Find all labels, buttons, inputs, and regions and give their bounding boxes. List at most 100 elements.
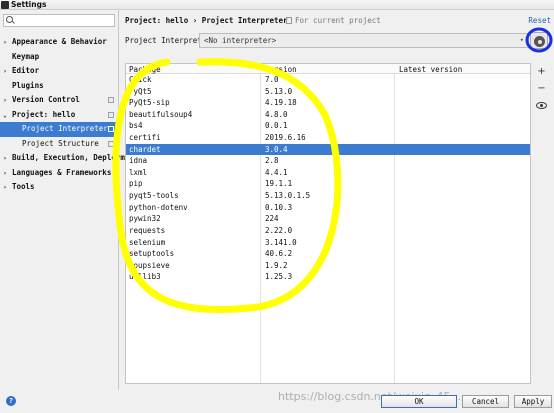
chevron-right-icon: › [3, 38, 7, 46]
cell-version: 1.25.3 [265, 272, 293, 282]
cell-package: pyqt5-tools [129, 191, 179, 201]
cell-package: Click [129, 75, 152, 84]
cell-package: selenium [129, 237, 166, 247]
table-row[interactable]: PyQt5 5.13.0 [126, 86, 530, 98]
reset-link[interactable]: Reset [528, 16, 551, 25]
sidebar-item-tools[interactable]: › Tools [0, 180, 119, 195]
sidebar-item-editor[interactable]: › Editor [0, 64, 119, 79]
sidebar-item-project-interpreter[interactable]: Project Interpreter [0, 122, 119, 137]
table-row[interactable]: certifi 2019.6.16 [126, 132, 530, 144]
table-row[interactable]: PyQt5-sip 4.19.18 [126, 97, 530, 109]
table-row[interactable]: pyqt5-tools 5.13.0.1.5 [126, 190, 530, 202]
table-row[interactable]: bs4 0.0.1 [126, 120, 530, 132]
sidebar-item-label: Appearance & Behavior [12, 37, 107, 46]
interpreter-settings-button[interactable] [530, 32, 548, 49]
sidebar-item-version-control[interactable]: › Version Control [0, 93, 119, 108]
chevron-right-icon: › [3, 96, 7, 104]
sidebar-item-label: Tools [12, 182, 35, 191]
package-toolbar: + − [533, 63, 550, 114]
folder-doc-icon [286, 17, 292, 24]
chevron-right-icon: › [3, 183, 7, 191]
settings-search-input[interactable] [3, 14, 115, 27]
search-icon [6, 16, 13, 23]
sidebar-item-label: Keymap [12, 51, 40, 61]
table-row[interactable]: urllib3 1.25.3 [126, 271, 530, 283]
table-row[interactable]: lxml 4.4.1 [126, 167, 530, 179]
column-header-version[interactable]: Version [265, 65, 297, 74]
cell-version: 5.13.0.1.5 [265, 191, 311, 201]
sidebar-item-label: Project Interpreter [22, 124, 108, 133]
table-row[interactable]: Click 7.0 [126, 74, 530, 86]
cell-version: 0.0.1 [265, 121, 288, 131]
interpreter-select[interactable]: <No interpreter> ▾ [199, 33, 529, 48]
cell-version: 4.19.18 [265, 98, 297, 108]
table-row[interactable]: pywin32 224 [126, 213, 530, 225]
cancel-button[interactable]: Cancel [462, 395, 509, 408]
gear-icon [534, 36, 545, 47]
sidebar-item-label: Editor [12, 66, 40, 75]
interpreter-value: <No interpreter> [204, 36, 277, 45]
help-icon[interactable]: ? [6, 396, 16, 406]
column-header-latest-version[interactable]: Latest version [399, 65, 462, 74]
sidebar-item-label: Version Control [12, 95, 80, 104]
table-header: Package Version Latest version [126, 64, 530, 74]
table-row[interactable]: python-dotenv 0.10.3 [126, 202, 530, 214]
cell-package: beautifulsoup4 [129, 109, 193, 119]
sidebar-item-languages[interactable]: › Languages & Frameworks [0, 166, 119, 181]
table-row[interactable]: requests 2.22.0 [126, 225, 530, 237]
packages-table: Package Version Latest version Click 7.0 P… [125, 63, 531, 384]
table-row[interactable]: pip 19.1.1 [126, 178, 530, 190]
sidebar-item-label: Project: hello [12, 109, 76, 119]
column-header-package[interactable]: Package [129, 65, 161, 74]
settings-content: Project: hello › Project Interpreter For… [120, 10, 554, 390]
cell-version: 2.8 [265, 156, 279, 166]
cell-package: pip [129, 179, 143, 189]
cell-version: 5.13.0 [265, 86, 293, 96]
remove-icon: − [537, 83, 546, 94]
sidebar-item-appearance[interactable]: › Appearance & Behavior [0, 35, 119, 50]
cell-version: 2.22.0 [265, 225, 293, 235]
table-row[interactable]: chardet 3.0.4 [126, 143, 530, 156]
copy-icon [108, 111, 114, 118]
apply-button[interactable]: Apply [514, 395, 552, 408]
cell-package: PyQt5-sip [129, 98, 170, 108]
sidebar-item-build[interactable]: › Build, Execution, Deployment [0, 151, 138, 166]
cell-package: soupsieve [129, 260, 170, 270]
show-early-releases-button[interactable] [533, 97, 550, 114]
cell-package: urllib3 [129, 272, 161, 282]
table-row[interactable]: selenium 3.141.0 [126, 237, 530, 249]
add-icon: + [537, 66, 546, 77]
title-bar: Settings [0, 0, 554, 10]
remove-package-button[interactable]: − [533, 80, 550, 97]
ok-button[interactable]: OK [381, 395, 457, 408]
cell-version: 7.0 [265, 75, 279, 84]
cell-package: PyQt5 [129, 86, 152, 96]
sidebar-item-plugins[interactable]: Plugins [0, 79, 119, 94]
cell-package: pywin32 [129, 214, 161, 224]
add-package-button[interactable]: + [533, 63, 550, 80]
settings-nav: › Appearance & Behavior Keymap › Editor … [0, 35, 138, 195]
breadcrumb: Project: hello › Project Interpreter [125, 16, 288, 25]
cell-version: 224 [265, 214, 279, 224]
cell-package: setuptools [129, 249, 175, 259]
table-row[interactable]: idna 2.8 [126, 155, 530, 167]
for-current-label: For current project [295, 16, 381, 25]
chevron-down-icon: ⌄ [3, 110, 7, 119]
sidebar-item-project[interactable]: ⌄ Project: hello [0, 108, 119, 123]
table-row[interactable]: beautifulsoup4 4.8.0 [126, 109, 530, 121]
table-row[interactable]: setuptools 40.6.2 [126, 248, 530, 260]
cell-package: lxml [129, 167, 148, 177]
table-row[interactable]: soupsieve 1.9.2 [126, 260, 530, 272]
sidebar-item-project-structure[interactable]: Project Structure [0, 137, 119, 152]
cell-version: 4.8.0 [265, 109, 288, 119]
cell-package: chardet [129, 144, 161, 154]
cell-package: bs4 [129, 121, 143, 131]
chevron-right-icon: › [3, 67, 7, 75]
cell-version: 0.10.3 [265, 202, 293, 212]
copy-icon [108, 126, 114, 132]
cell-version: 3.141.0 [265, 237, 297, 247]
sidebar-item-keymap[interactable]: Keymap [0, 50, 119, 65]
settings-sidebar: › Appearance & Behavior Keymap › Editor … [0, 10, 138, 390]
cell-package: idna [129, 156, 148, 166]
sidebar-item-label: Languages & Frameworks [12, 167, 112, 177]
